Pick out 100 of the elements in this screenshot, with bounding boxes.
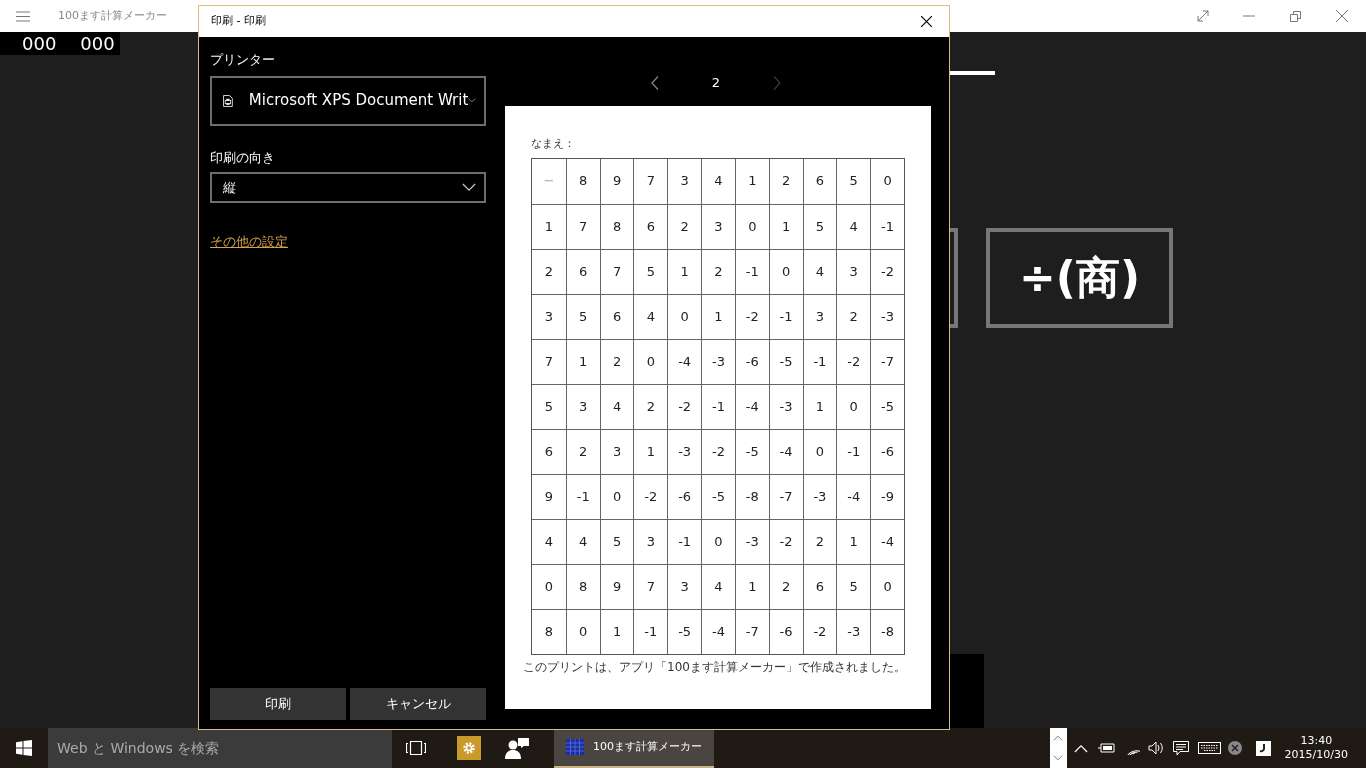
table-cell: 4 <box>701 158 735 204</box>
table-cell: 0 <box>768 248 803 294</box>
error-icon[interactable] <box>1227 741 1242 755</box>
table-cell: 9 <box>599 158 634 204</box>
table-cell: 1 <box>701 293 735 339</box>
grid-icon <box>566 739 584 755</box>
dialog-button[interactable]: 印刷 <box>210 688 346 720</box>
table-cell: -8 <box>870 608 904 654</box>
table-cell: 1 <box>532 203 566 249</box>
table-cell: 4 <box>565 518 600 564</box>
operation-button[interactable]: ÷(商) <box>986 228 1173 328</box>
table-cell: -1 <box>802 338 837 384</box>
table-cell: 4 <box>802 248 837 294</box>
table-cell: -1 <box>768 293 803 339</box>
table-cell: 9 <box>532 473 566 519</box>
printer-dropdown[interactable]: Microsoft XPS Document Writ <box>210 75 486 126</box>
table-cell: 5 <box>532 383 566 429</box>
table-cell: 5 <box>599 518 634 564</box>
table-cell: -6 <box>870 428 904 474</box>
table-cell: -7 <box>768 473 803 519</box>
table-cell: 0 <box>870 563 904 609</box>
close-icon[interactable] <box>921 16 932 27</box>
table-cell: -4 <box>734 383 769 429</box>
previous-page-icon[interactable] <box>651 76 659 90</box>
table-cell: -2 <box>667 383 702 429</box>
table-cell: -4 <box>667 338 702 384</box>
table-cell: 8 <box>565 158 600 204</box>
table-cell: -5 <box>734 428 769 474</box>
table-cell: 3 <box>565 383 600 429</box>
clock-date: 2015/10/30 <box>1284 748 1348 762</box>
table-cell: 1 <box>802 383 837 429</box>
table-cell: -2 <box>870 248 904 294</box>
table-cell: 3 <box>599 428 634 474</box>
table-cell-text: − <box>542 172 556 191</box>
table-cell: 6 <box>802 158 837 204</box>
table-cell: 8 <box>599 203 634 249</box>
table-cell: -5 <box>768 338 803 384</box>
battery-icon[interactable] <box>1097 742 1116 754</box>
table-cell: 3 <box>701 203 735 249</box>
score-counter: 000 <box>80 34 115 53</box>
table-cell: -4 <box>768 428 803 474</box>
taskbar-app-button[interactable]: 100ます計算メーカー <box>554 728 714 768</box>
menu-icon[interactable] <box>16 10 30 22</box>
table-cell: -1 <box>734 248 769 294</box>
table-cell: 7 <box>599 248 634 294</box>
search-field[interactable]: Web と Windows を検索 <box>48 728 392 768</box>
table-cell: 4 <box>836 203 871 249</box>
people-icon[interactable] <box>505 737 529 759</box>
message-icon[interactable] <box>1172 740 1189 756</box>
table-cell: 4 <box>633 293 668 339</box>
app-tray-icon[interactable] <box>1255 740 1271 756</box>
down-icon <box>1053 755 1064 761</box>
table-cell: 0 <box>565 608 600 654</box>
task-view-icon[interactable] <box>406 741 426 755</box>
table-cell: 0 <box>870 158 904 204</box>
table-cell: -2 <box>633 473 668 519</box>
table-cell: -6 <box>667 473 702 519</box>
table-cell: -7 <box>734 608 769 654</box>
table-cell: 4 <box>599 383 634 429</box>
more-settings-link[interactable]: その他の設定 <box>210 232 288 252</box>
table-cell: 2 <box>802 518 837 564</box>
table-cell: -1 <box>565 473 600 519</box>
chevron-down-icon <box>468 96 476 105</box>
table-cell: -2 <box>701 428 735 474</box>
table-cell: -3 <box>701 338 735 384</box>
table-cell: 0 <box>802 428 837 474</box>
table-cell: 0 <box>701 518 735 564</box>
table-cell: 2 <box>532 248 566 294</box>
up-icon <box>1053 735 1064 741</box>
table-cell: 1 <box>633 428 668 474</box>
table-cell: 6 <box>802 563 837 609</box>
table-cell: 0 <box>633 338 668 384</box>
table-cell: -1 <box>701 383 735 429</box>
keyboard-icon[interactable] <box>1197 742 1221 754</box>
table-cell: -1 <box>667 518 702 564</box>
table-cell: 1 <box>565 338 600 384</box>
dialog-button[interactable]: キャンセル <box>350 688 486 720</box>
scroll-arrows[interactable] <box>1049 728 1067 768</box>
table-cell: -6 <box>768 608 803 654</box>
app-title: 100ます計算メーカー <box>58 7 167 24</box>
table-cell: 1 <box>599 608 634 654</box>
table-cell: -9 <box>870 473 904 519</box>
table-cell: 7 <box>532 338 566 384</box>
settings-icon[interactable] <box>457 736 481 760</box>
table-cell: 2 <box>565 428 600 474</box>
table-cell: 6 <box>633 203 668 249</box>
volume-icon[interactable] <box>1147 741 1165 755</box>
table-cell: -2 <box>802 608 837 654</box>
table-cell: -3 <box>836 608 871 654</box>
table-cell: 1 <box>734 563 769 609</box>
page-number: 2 <box>710 74 722 93</box>
table-cell: 4 <box>701 563 735 609</box>
windows-logo-icon[interactable] <box>16 740 32 756</box>
table-cell: 3 <box>532 293 566 339</box>
full-screen-icon[interactable] <box>1197 10 1209 22</box>
restore-icon[interactable] <box>1290 10 1301 22</box>
footer-note: このプリントは、アプリ「100ます計算メーカー」で作成されました。 <box>523 658 907 676</box>
table-cell: 3 <box>802 293 837 339</box>
orientation-dropdown[interactable]: 縦 <box>210 172 486 203</box>
table-cell: 1 <box>768 203 803 249</box>
